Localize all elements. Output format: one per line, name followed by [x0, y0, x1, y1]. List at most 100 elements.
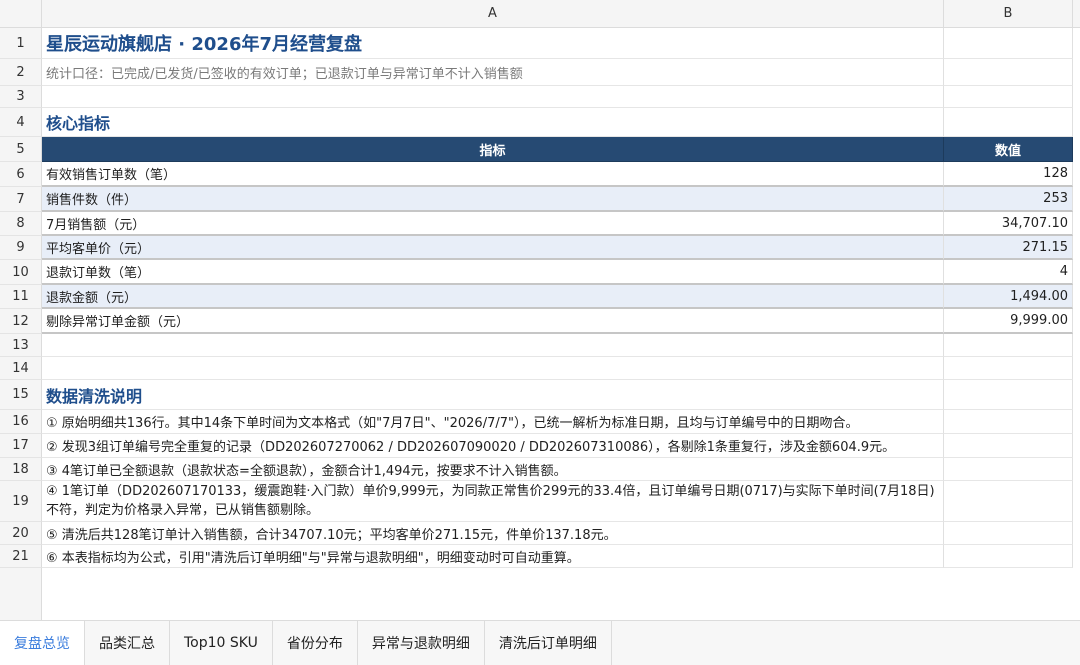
sheet-tab-cleaned-orders[interactable]: 清洗后订单明细	[484, 621, 612, 665]
cell-b16[interactable]	[944, 410, 1073, 434]
cell-b13[interactable]	[944, 334, 1073, 357]
row-header-5[interactable]: 5	[0, 137, 42, 162]
row-header-10[interactable]: 10	[0, 260, 42, 285]
cell-b15[interactable]	[944, 380, 1073, 410]
row-15: 数据清洗说明	[42, 380, 1073, 410]
row-7: 销售件数（件） 253	[42, 187, 1073, 212]
row-1: 星辰运动旗舰店 · 2026年7月经营复盘	[42, 28, 1073, 59]
cell-a7[interactable]: 销售件数（件）	[42, 187, 944, 212]
row-12: 剔除异常订单金额（元） 9,999.00	[42, 309, 1073, 334]
row-header-3[interactable]: 3	[0, 86, 42, 108]
row-20: ⑤ 清洗后共128笔订单计入销售额，合计34707.10元；平均客单价271.1…	[42, 522, 1073, 545]
cell-b21[interactable]	[944, 545, 1073, 568]
select-all-corner[interactable]	[0, 0, 42, 28]
cell-b12[interactable]: 9,999.00	[944, 309, 1073, 334]
cell-b11[interactable]: 1,494.00	[944, 285, 1073, 309]
cell-b19[interactable]	[944, 481, 1073, 522]
row-header-15[interactable]: 15	[0, 380, 42, 410]
cell-b1[interactable]	[944, 28, 1073, 59]
row-14	[42, 357, 1073, 380]
cell-a1[interactable]: 星辰运动旗舰店 · 2026年7月经营复盘	[42, 28, 944, 59]
sheet-tab-top10-sku[interactable]: Top10 SKU	[170, 621, 273, 665]
row-19: ④ 1笔订单（DD202607170133，缓震跑鞋·入门款）单价9,999元，…	[42, 481, 1073, 522]
row-3	[42, 86, 1073, 108]
column-header-b[interactable]: B	[944, 0, 1073, 28]
cell-b2[interactable]	[944, 59, 1073, 86]
sheet-tab-bar: 复盘总览 品类汇总 Top10 SKU 省份分布 异常与退款明细 清洗后订单明细	[0, 620, 1080, 665]
cell-b10[interactable]: 4	[944, 260, 1073, 285]
cell-b14[interactable]	[944, 357, 1073, 380]
cell-a16[interactable]: ① 原始明细共136行。其中14条下单时间为文本格式（如"7月7日"、"2026…	[42, 410, 944, 434]
sheet-tab-province[interactable]: 省份分布	[272, 621, 358, 665]
cell-a9[interactable]: 平均客单价（元）	[42, 236, 944, 260]
cell-a6[interactable]: 有效销售订单数（笔）	[42, 162, 944, 187]
report-subtitle: 统计口径：已完成/已发货/已签收的有效订单；已退款订单与异常订单不计入销售额	[46, 66, 523, 82]
row-header-18[interactable]: 18	[0, 458, 42, 481]
row-6: 有效销售订单数（笔） 128	[42, 162, 1073, 187]
cell-a8[interactable]: 7月销售额（元）	[42, 212, 944, 236]
cell-a19[interactable]: ④ 1笔订单（DD202607170133，缓震跑鞋·入门款）单价9,999元，…	[42, 481, 944, 522]
cell-a15[interactable]: 数据清洗说明	[42, 380, 944, 410]
row-header-12[interactable]: 12	[0, 309, 42, 334]
cell-a13[interactable]	[42, 334, 944, 357]
cell-a3[interactable]	[42, 86, 944, 108]
row-header-1[interactable]: 1	[0, 28, 42, 59]
row-header-17[interactable]: 17	[0, 434, 42, 458]
row-2: 统计口径：已完成/已发货/已签收的有效订单；已退款订单与异常订单不计入销售额	[42, 59, 1073, 86]
cell-b6[interactable]: 128	[944, 162, 1073, 187]
row-13	[42, 334, 1073, 357]
row-10: 退款订单数（笔） 4	[42, 260, 1073, 285]
row-header-14[interactable]: 14	[0, 357, 42, 380]
cell-a11[interactable]: 退款金额（元）	[42, 285, 944, 309]
row-header-16[interactable]: 16	[0, 410, 42, 434]
spreadsheet-grid: A B 1 2 3 4 5 6 7 8 9 10 11 12 13 14 15 …	[0, 0, 1080, 620]
row-8: 7月销售额（元） 34,707.10	[42, 212, 1073, 236]
cell-b4[interactable]	[944, 108, 1073, 137]
row-header-2[interactable]: 2	[0, 59, 42, 86]
row-header-filler	[0, 568, 42, 620]
row-9: 平均客单价（元） 271.15	[42, 236, 1073, 260]
row-18: ③ 4笔订单已全额退款（退款状态=全额退款），金额合计1,494元，按要求不计入…	[42, 458, 1073, 481]
row-header-8[interactable]: 8	[0, 212, 42, 236]
row-11: 退款金额（元） 1,494.00	[42, 285, 1073, 309]
cell-a21[interactable]: ⑥ 本表指标均为公式，引用"清洗后订单明细"与"异常与退款明细"，明细变动时可自…	[42, 545, 944, 568]
cell-a5-header[interactable]: 指标	[42, 137, 944, 162]
cell-b17[interactable]	[944, 434, 1073, 458]
row-header-4[interactable]: 4	[0, 108, 42, 137]
cell-a12[interactable]: 剔除异常订单金额（元）	[42, 309, 944, 334]
cell-b8[interactable]: 34,707.10	[944, 212, 1073, 236]
row-17: ② 发现3组订单编号完全重复的记录（DD202607270062 / DD202…	[42, 434, 1073, 458]
cell-b7[interactable]: 253	[944, 187, 1073, 212]
cell-a14[interactable]	[42, 357, 944, 380]
cell-a18[interactable]: ③ 4笔订单已全额退款（退款状态=全额退款），金额合计1,494元，按要求不计入…	[42, 458, 944, 481]
sheet-tab-overview[interactable]: 复盘总览	[0, 621, 85, 665]
sheet-tab-anomaly-refund[interactable]: 异常与退款明细	[357, 621, 485, 665]
sheet-tab-category-summary[interactable]: 品类汇总	[85, 621, 170, 665]
section-title-metrics: 核心指标	[46, 114, 111, 133]
cell-b20[interactable]	[944, 522, 1073, 545]
cell-b9[interactable]: 271.15	[944, 236, 1073, 260]
report-title: 星辰运动旗舰店 · 2026年7月经营复盘	[46, 34, 362, 55]
row-header-11[interactable]: 11	[0, 285, 42, 309]
cell-a10[interactable]: 退款订单数（笔）	[42, 260, 944, 285]
row-21: ⑥ 本表指标均为公式，引用"清洗后订单明细"与"异常与退款明细"，明细变动时可自…	[42, 545, 1073, 568]
row-header-21[interactable]: 21	[0, 545, 42, 568]
row-header-9[interactable]: 9	[0, 236, 42, 260]
cell-a4[interactable]: 核心指标	[42, 108, 944, 137]
row-header-20[interactable]: 20	[0, 522, 42, 545]
cell-a20[interactable]: ⑤ 清洗后共128笔订单计入销售额，合计34707.10元；平均客单价271.1…	[42, 522, 944, 545]
section-title-cleaning: 数据清洗说明	[46, 386, 143, 406]
cell-a17[interactable]: ② 发现3组订单编号完全重复的记录（DD202607270062 / DD202…	[42, 434, 944, 458]
row-header-19[interactable]: 19	[0, 481, 42, 522]
cell-a2[interactable]: 统计口径：已完成/已发货/已签收的有效订单；已退款订单与异常订单不计入销售额	[42, 59, 944, 86]
cell-b3[interactable]	[944, 86, 1073, 108]
cell-b18[interactable]	[944, 458, 1073, 481]
row-16: ① 原始明细共136行。其中14条下单时间为文本格式（如"7月7日"、"2026…	[42, 410, 1073, 434]
row-4: 核心指标	[42, 108, 1073, 137]
row-header-6[interactable]: 6	[0, 162, 42, 187]
column-header-a[interactable]: A	[42, 0, 944, 28]
row-header-7[interactable]: 7	[0, 187, 42, 212]
cell-b5-header[interactable]: 数值	[944, 137, 1073, 162]
row-header-13[interactable]: 13	[0, 334, 42, 357]
column-header-filler	[1073, 0, 1080, 28]
